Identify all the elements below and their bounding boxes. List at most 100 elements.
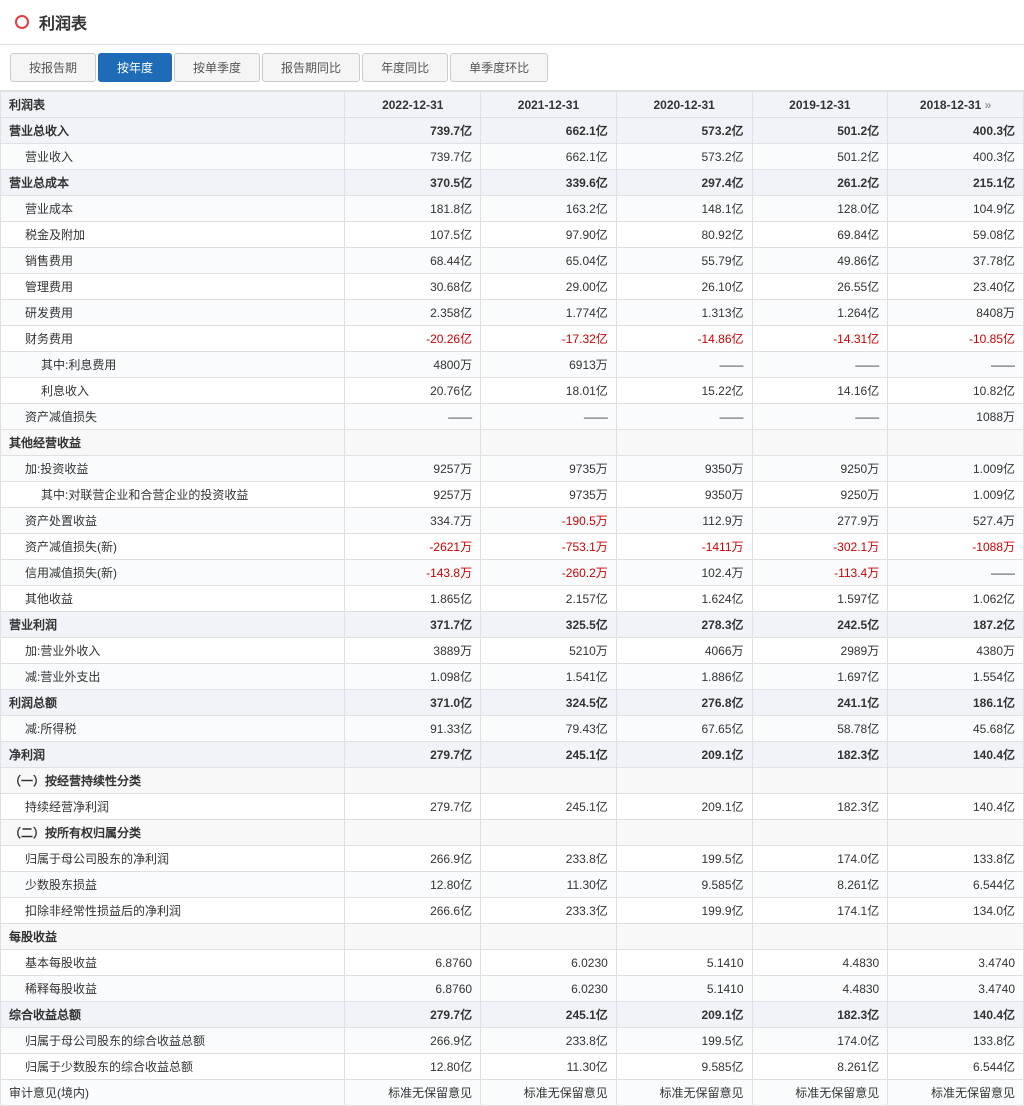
row-value: —— [616, 352, 752, 378]
row-label: （一）按经营持续性分类 [1, 768, 345, 794]
row-value [752, 820, 888, 846]
row-value: 104.9亿 [888, 196, 1024, 222]
tab-yoy-report[interactable]: 报告期同比 [262, 53, 360, 82]
row-value: 14.16亿 [752, 378, 888, 404]
row-value: 5.1410 [616, 976, 752, 1002]
table-row: 审计意见(境内)标准无保留意见标准无保留意见标准无保留意见标准无保留意见标准无保… [1, 1080, 1024, 1106]
tab-qoq-quarter[interactable]: 单季度环比 [450, 53, 548, 82]
row-value: 29.00亿 [481, 274, 617, 300]
row-value: 91.33亿 [345, 716, 481, 742]
row-value: 4.4830 [752, 976, 888, 1002]
row-value: 573.2亿 [616, 144, 752, 170]
row-value: 4.4830 [752, 950, 888, 976]
row-value: 276.8亿 [616, 690, 752, 716]
page-title: 利润表 [39, 10, 87, 34]
row-value: 4380万 [888, 638, 1024, 664]
table-row: 归属于母公司股东的净利润266.9亿233.8亿199.5亿174.0亿133.… [1, 846, 1024, 872]
row-value: 65.04亿 [481, 248, 617, 274]
row-value: 266.9亿 [345, 846, 481, 872]
tab-yoy-year[interactable]: 年度同比 [362, 53, 448, 82]
nav-next-arrow[interactable]: » [981, 98, 991, 112]
row-value: 3.4740 [888, 950, 1024, 976]
table-row: 稀释每股收益6.87606.02305.14104.48303.4740 [1, 976, 1024, 1002]
table-row: 综合收益总额279.7亿245.1亿209.1亿182.3亿140.4亿 [1, 1002, 1024, 1028]
row-value: 279.7亿 [345, 1002, 481, 1028]
row-value: 573.2亿 [616, 118, 752, 144]
row-value: 662.1亿 [481, 144, 617, 170]
row-value: 277.9万 [752, 508, 888, 534]
row-value: 186.1亿 [888, 690, 1024, 716]
row-value: 6.0230 [481, 950, 617, 976]
table-row: 其中:对联营企业和合营企业的投资收益9257万9735万9350万9250万1.… [1, 482, 1024, 508]
row-value: 261.2亿 [752, 170, 888, 196]
row-value: —— [616, 404, 752, 430]
row-label: 其他经营收益 [1, 430, 345, 456]
row-value: 1088万 [888, 404, 1024, 430]
table-row: 利润总额371.0亿324.5亿276.8亿241.1亿186.1亿 [1, 690, 1024, 716]
row-value: 1.624亿 [616, 586, 752, 612]
row-value: —— [888, 560, 1024, 586]
row-value: 134.0亿 [888, 898, 1024, 924]
row-value: 133.8亿 [888, 846, 1024, 872]
table-row: 营业成本181.8亿163.2亿148.1亿128.0亿104.9亿 [1, 196, 1024, 222]
col-header-date-3: 2020-12-31 [616, 92, 752, 118]
row-value: 9257万 [345, 456, 481, 482]
table-row: 其他经营收益 [1, 430, 1024, 456]
row-value: 2989万 [752, 638, 888, 664]
row-value [345, 430, 481, 456]
row-value: 1.541亿 [481, 664, 617, 690]
row-label: 资产减值损失 [1, 404, 345, 430]
row-value: 278.3亿 [616, 612, 752, 638]
row-label: 营业成本 [1, 196, 345, 222]
row-value: 107.5亿 [345, 222, 481, 248]
row-value [345, 924, 481, 950]
row-label: 归属于母公司股东的综合收益总额 [1, 1028, 345, 1054]
row-label: 营业利润 [1, 612, 345, 638]
row-value: 339.6亿 [481, 170, 617, 196]
row-value: 标准无保留意见 [888, 1080, 1024, 1106]
row-label: 销售费用 [1, 248, 345, 274]
row-value: 6.544亿 [888, 872, 1024, 898]
row-label: 税金及附加 [1, 222, 345, 248]
table-row: 资产处置收益334.7万-190.5万112.9万277.9万527.4万 [1, 508, 1024, 534]
row-value: 6.8760 [345, 976, 481, 1002]
row-value: 1.554亿 [888, 664, 1024, 690]
table-row: 归属于母公司股东的综合收益总额266.9亿233.8亿199.5亿174.0亿1… [1, 1028, 1024, 1054]
row-value: 6.8760 [345, 950, 481, 976]
table-row: 其中:利息费用4800万6913万—————— [1, 352, 1024, 378]
row-label: 持续经营净利润 [1, 794, 345, 820]
table-row: 加:投资收益9257万9735万9350万9250万1.009亿 [1, 456, 1024, 482]
row-value: 279.7亿 [345, 742, 481, 768]
row-value: -14.31亿 [752, 326, 888, 352]
row-value: —— [752, 352, 888, 378]
row-value: 4800万 [345, 352, 481, 378]
table-row: 归属于少数股东的综合收益总额12.80亿11.30亿9.585亿8.261亿6.… [1, 1054, 1024, 1080]
row-label: 信用减值损失(新) [1, 560, 345, 586]
row-value: 79.43亿 [481, 716, 617, 742]
row-label: （二）按所有权归属分类 [1, 820, 345, 846]
table-row: 销售费用68.44亿65.04亿55.79亿49.86亿37.78亿 [1, 248, 1024, 274]
row-value: -302.1万 [752, 534, 888, 560]
row-value: 12.80亿 [345, 1054, 481, 1080]
row-value: 400.3亿 [888, 144, 1024, 170]
table-row: 加:营业外收入3889万5210万4066万2989万4380万 [1, 638, 1024, 664]
row-value: 8408万 [888, 300, 1024, 326]
page-header: 利润表 [0, 0, 1024, 45]
row-value: 297.4亿 [616, 170, 752, 196]
tab-by-quarter[interactable]: 按单季度 [174, 53, 260, 82]
row-value: 58.78亿 [752, 716, 888, 742]
row-value: 102.4万 [616, 560, 752, 586]
col-header-date-1: 2022-12-31 [345, 92, 481, 118]
row-value: 1.098亿 [345, 664, 481, 690]
tab-by-year[interactable]: 按年度 [98, 53, 172, 82]
row-value: 209.1亿 [616, 742, 752, 768]
row-value: —— [345, 404, 481, 430]
tab-by-report[interactable]: 按报告期 [10, 53, 96, 82]
row-value: 266.9亿 [345, 1028, 481, 1054]
row-value: 1.886亿 [616, 664, 752, 690]
row-label: 研发费用 [1, 300, 345, 326]
row-value: 140.4亿 [888, 742, 1024, 768]
row-label: 少数股东损益 [1, 872, 345, 898]
row-value: 501.2亿 [752, 144, 888, 170]
col-header-date-2: 2021-12-31 [481, 92, 617, 118]
